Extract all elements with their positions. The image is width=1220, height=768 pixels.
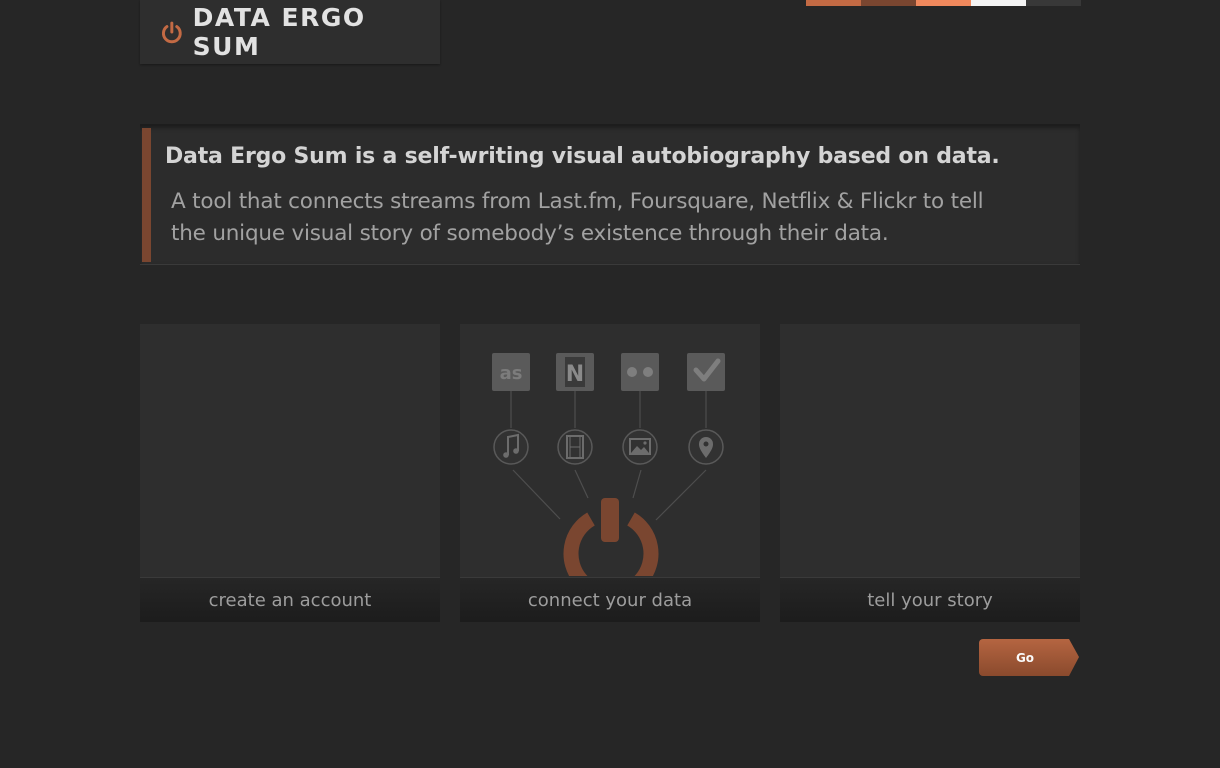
step-label: create an account <box>140 577 440 622</box>
intro-panel: Data Ergo Sum is a self-writing visual a… <box>140 124 1080 265</box>
color-swatch <box>861 0 916 6</box>
data-connection-diagram: as N <box>492 353 725 576</box>
step-tell-story[interactable]: tell your story <box>780 324 1080 622</box>
site-title: DATA ERGO SUM <box>192 3 366 61</box>
foursquare-icon <box>687 353 725 391</box>
intro-description: A tool that connects streams from Last.f… <box>171 189 984 246</box>
go-button[interactable]: Go <box>979 639 1079 676</box>
svg-text:as: as <box>500 363 523 384</box>
color-swatch-strip <box>806 0 1081 6</box>
netflix-icon: N <box>556 353 594 391</box>
flickr-icon <box>621 353 659 391</box>
color-swatch <box>916 0 971 6</box>
step-create-account[interactable]: create an account <box>140 324 440 622</box>
step-connect-data[interactable]: as N connect your data <box>460 324 760 622</box>
step-illustration <box>780 324 1080 576</box>
intro-headline: Data Ergo Sum is a self-writing visual a… <box>165 144 1000 169</box>
site-logo[interactable]: DATA ERGO SUM <box>140 0 440 64</box>
power-icon <box>563 498 659 576</box>
step-illustration <box>140 324 440 576</box>
power-icon <box>162 21 182 44</box>
color-swatch <box>806 0 861 6</box>
color-swatch <box>971 0 1026 6</box>
accent-bar <box>142 128 151 262</box>
step-label: connect your data <box>460 577 760 622</box>
music-icon <box>493 429 529 465</box>
lastfm-icon: as <box>492 353 530 391</box>
svg-text:N: N <box>566 362 584 387</box>
location-pin-icon <box>688 429 724 465</box>
step-label: tell your story <box>780 577 1080 622</box>
image-icon <box>622 429 658 465</box>
color-swatch <box>1026 0 1081 6</box>
film-icon <box>557 429 593 465</box>
